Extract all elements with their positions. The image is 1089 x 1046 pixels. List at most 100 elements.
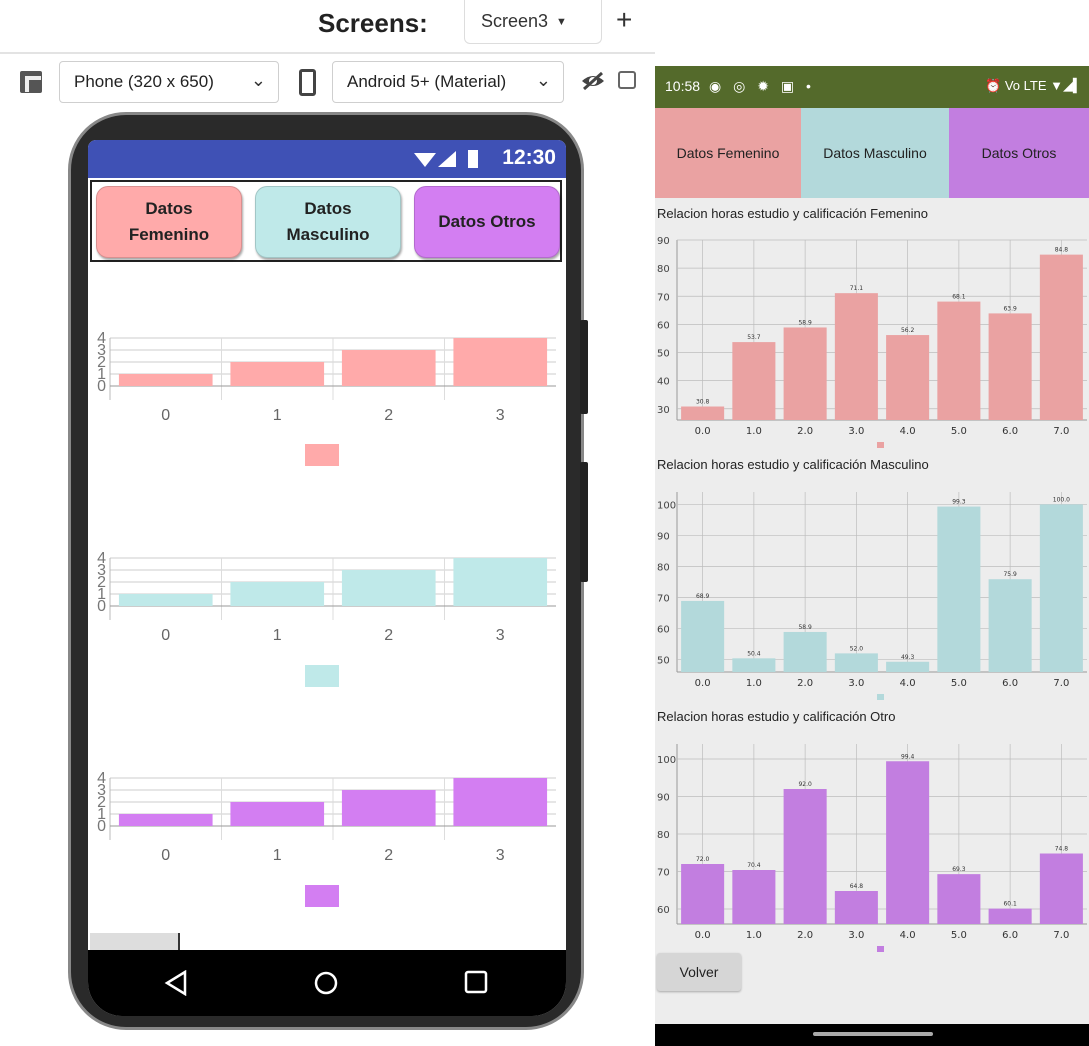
phone-power-button <box>580 462 588 582</box>
chart-legend-swatch <box>305 444 339 466</box>
bar <box>834 653 878 672</box>
bar <box>453 338 548 386</box>
phone-preview-icon[interactable] <box>299 69 316 96</box>
data-label: 99.4 <box>901 753 915 760</box>
datos-otros-tab-button[interactable]: Datos Otros <box>949 108 1089 198</box>
x-tick-label: 6.0 <box>1002 930 1018 941</box>
legend-swatch <box>877 442 884 448</box>
chart-legend-swatch <box>305 665 339 687</box>
button-label-line1: Datos <box>145 199 193 218</box>
y-tick-label: 90 <box>657 531 670 542</box>
x-tick-label: 2.0 <box>797 426 813 437</box>
tab-label: Datos Femenino <box>676 145 780 161</box>
home-icon[interactable] <box>313 970 339 996</box>
bar <box>1039 254 1083 420</box>
bar <box>230 582 325 606</box>
bar <box>118 374 213 386</box>
data-label: 60.1 <box>1003 901 1017 908</box>
device-chart-masculino: 50 60 70 80 90 100 68.9 0.0 50.4 1.0 58.9 2.0 52.0 3.… <box>657 492 1087 700</box>
bar <box>118 594 213 606</box>
fit-screen-icon[interactable] <box>20 71 42 93</box>
bar <box>988 313 1032 420</box>
x-tick-label: 2 <box>384 627 393 644</box>
screen-selector[interactable]: Screen3 ▼ <box>464 0 602 44</box>
hidden-components-checkbox[interactable] <box>618 71 636 89</box>
datos-femenino-button[interactable]: Datos Femenino <box>96 186 242 258</box>
bar <box>453 778 548 826</box>
bar <box>1039 504 1083 672</box>
y-tick-label: 70 <box>657 292 670 303</box>
datos-masculino-tab-button[interactable]: Datos Masculino <box>801 108 949 198</box>
bar <box>118 814 213 826</box>
x-tick-label: 5.0 <box>951 426 967 437</box>
x-tick-label: 0.0 <box>695 678 711 689</box>
bar <box>834 293 878 420</box>
y-tick-label: 90 <box>657 236 670 247</box>
device-size-label: Phone (320 x 650) <box>74 72 214 91</box>
x-tick-label: 1 <box>273 407 282 424</box>
x-tick-label: 5.0 <box>951 678 967 689</box>
x-tick-label: 3 <box>496 847 505 864</box>
x-tick-label: 0 <box>161 847 170 864</box>
phone-screen: 12:30 Datos Femenino Datos Masculino Datos… <box>88 140 566 1016</box>
chart-legend-swatch <box>305 885 339 907</box>
navigation-bar <box>88 950 566 1016</box>
theme-dropdown[interactable]: Android 5+ (Material) ⌄ <box>332 61 564 103</box>
y-tick-label: 60 <box>657 320 670 331</box>
data-label: 99.3 <box>952 499 966 506</box>
y-tick-label: 4 <box>97 330 106 347</box>
legend-swatch <box>877 694 884 700</box>
bar <box>834 891 878 924</box>
x-tick-label: 0 <box>161 407 170 424</box>
bar <box>886 761 930 924</box>
y-tick-label: 60 <box>657 625 670 636</box>
data-label: 69.3 <box>952 866 966 873</box>
x-tick-label: 3.0 <box>848 426 864 437</box>
x-tick-label: 2.0 <box>797 930 813 941</box>
bar <box>937 506 981 672</box>
y-tick-label: 4 <box>97 550 106 567</box>
back-icon[interactable] <box>164 970 188 996</box>
x-tick-label: 3.0 <box>848 678 864 689</box>
data-label: 63.9 <box>1003 305 1017 312</box>
recents-icon[interactable] <box>464 970 488 994</box>
volver-button[interactable]: Volver <box>657 953 741 991</box>
data-label: 70.4 <box>747 862 761 869</box>
x-tick-label: 7.0 <box>1053 678 1069 689</box>
bar <box>732 658 776 672</box>
y-tick-label: 70 <box>657 594 670 605</box>
x-tick-label: 2.0 <box>797 678 813 689</box>
bar <box>783 789 827 924</box>
hidden-button-stub[interactable] <box>90 933 180 951</box>
data-label: 74.8 <box>1055 846 1069 853</box>
y-tick-label: 50 <box>657 349 670 360</box>
theme-label: Android 5+ (Material) <box>347 72 507 91</box>
datos-femenino-tab-button[interactable]: Datos Femenino <box>655 108 801 198</box>
y-tick-label: 40 <box>657 377 670 388</box>
data-label: 64.8 <box>850 883 864 890</box>
bar <box>341 350 436 386</box>
hidden-components-eye-icon[interactable] <box>580 71 606 91</box>
screen-selected-label: Screen3 <box>481 11 549 31</box>
device-chart-femenino: 30 40 50 60 70 80 90 30.8 0.0 53.7 1.0 58.9 2.0 71.1 3… <box>657 236 1087 448</box>
device-status-time: 10:58 <box>665 78 701 94</box>
home-gesture-pill[interactable] <box>813 1032 933 1036</box>
bar <box>230 362 325 386</box>
y-tick-label: 50 <box>657 656 670 667</box>
x-tick-label: 1.0 <box>746 678 762 689</box>
y-tick-label: 80 <box>657 264 670 275</box>
datos-otros-button[interactable]: Datos Otros <box>414 186 560 258</box>
bar <box>783 631 827 672</box>
legend-swatch <box>877 946 884 952</box>
data-label: 56.2 <box>901 327 915 334</box>
data-label: 50.4 <box>747 650 761 657</box>
datos-masculino-button[interactable]: Datos Masculino <box>255 186 401 258</box>
bar <box>783 327 827 420</box>
device-screenshot: 10:58 ◉ ◎ ✹ ▣ • ⏰ Vo LTE ▼◢▍ Datos Femen… <box>655 66 1089 1046</box>
status-time: 12:30 <box>502 146 556 169</box>
device-size-dropdown[interactable]: Phone (320 x 650) ⌄ <box>59 61 279 103</box>
x-tick-label: 0.0 <box>695 426 711 437</box>
add-screen-button[interactable]: + <box>616 4 632 36</box>
data-label: 75.9 <box>1003 571 1017 578</box>
bar <box>1039 853 1083 924</box>
